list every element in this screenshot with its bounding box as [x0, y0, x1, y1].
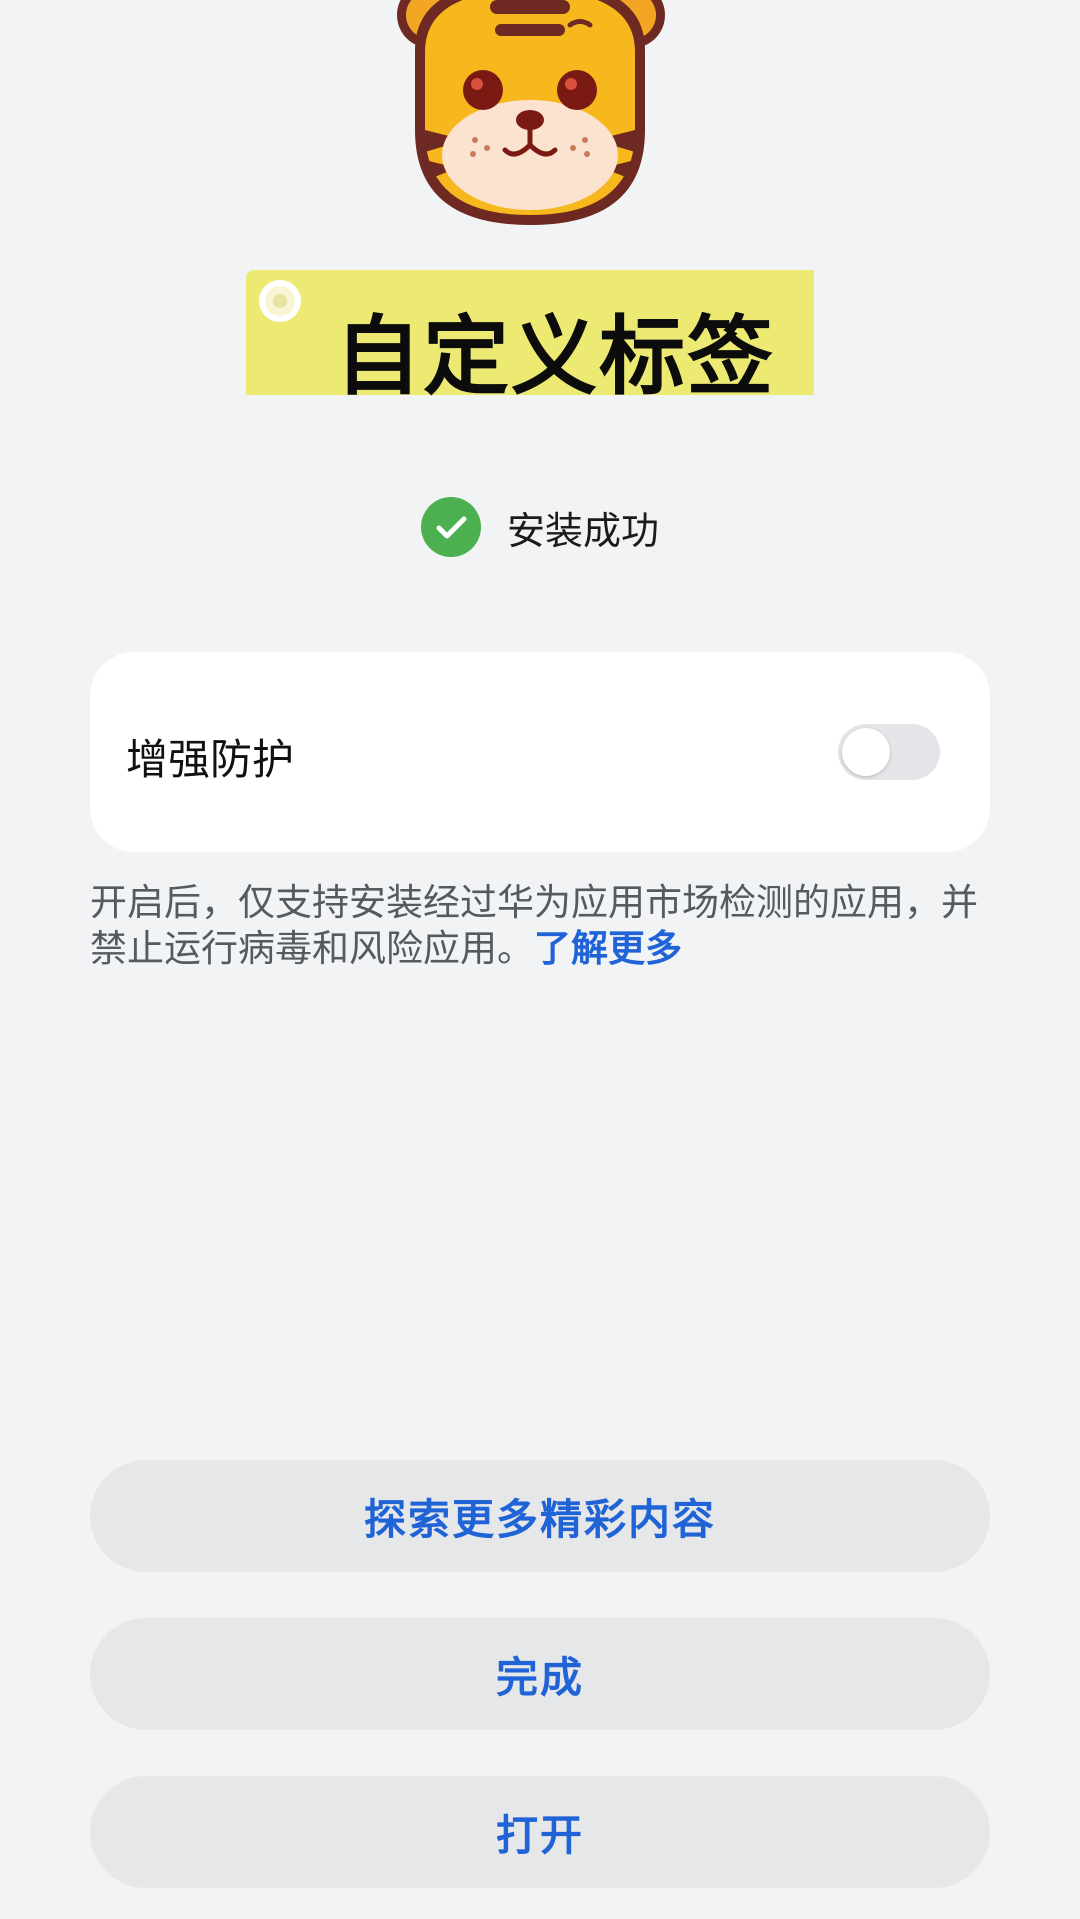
explore-more-button[interactable]: 探索更多精彩内容: [90, 1460, 990, 1572]
toggle-knob: [842, 728, 890, 776]
protection-description: 开启后，仅支持安装经过华为应用市场检测的应用，并禁止运行病毒和风险应用。了解更多: [90, 880, 990, 972]
enhanced-protection-card: 增强防护: [90, 652, 990, 852]
status-text: 安装成功: [506, 508, 659, 553]
done-button[interactable]: 完成: [90, 1618, 990, 1730]
enhanced-protection-label: 增强防护: [126, 735, 295, 784]
title-tag: 自定义标签: [246, 270, 814, 407]
learn-more-link[interactable]: 了解更多: [534, 927, 682, 970]
enhanced-protection-toggle[interactable]: [838, 724, 940, 780]
install-status: 安装成功: [0, 497, 1080, 557]
page-title: 自定义标签: [335, 307, 775, 407]
open-button[interactable]: 打开: [90, 1776, 990, 1888]
check-circle-icon: [420, 497, 481, 557]
tiger-app-icon: [395, 0, 665, 230]
